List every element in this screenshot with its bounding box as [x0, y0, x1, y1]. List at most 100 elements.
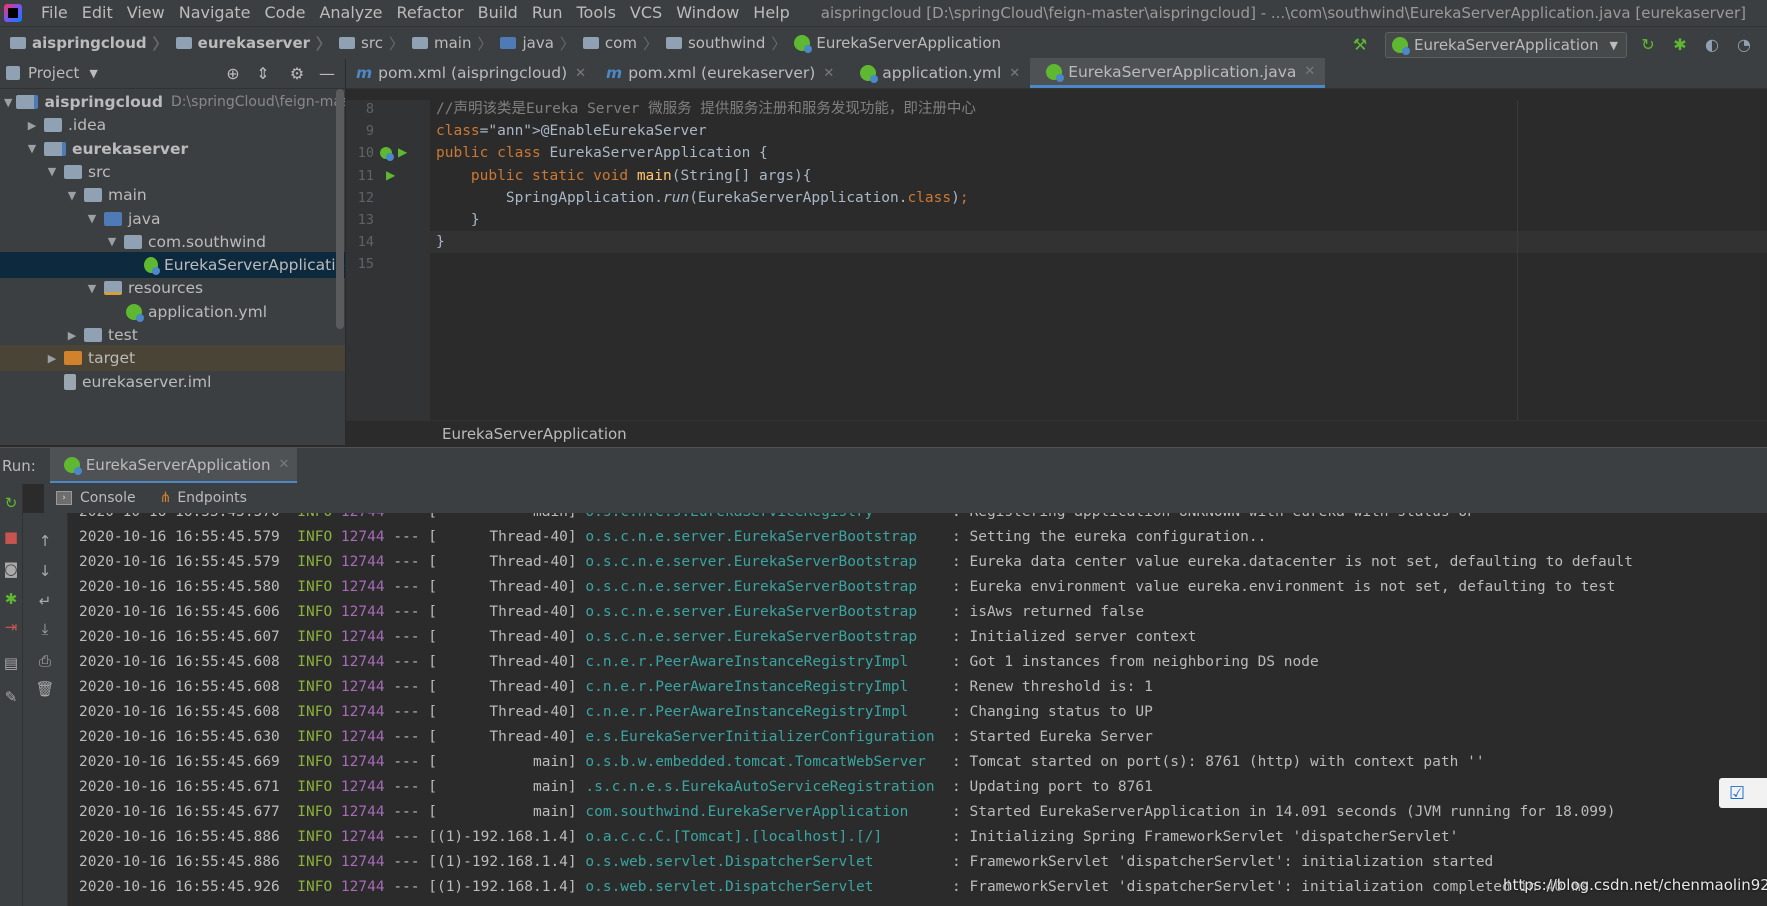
menu-view[interactable]: View — [120, 0, 172, 26]
scroll-to-end-icon[interactable]: ⤓ — [35, 619, 55, 639]
chevron-down-icon[interactable]: ▼ — [84, 212, 100, 225]
arrow-up-icon[interactable]: ↑ — [35, 531, 55, 551]
tab-console[interactable]: › Console — [44, 483, 148, 513]
breadcrumb-item[interactable]: java 〉 — [494, 33, 576, 54]
spring-bean-icon[interactable] — [380, 147, 394, 162]
close-icon[interactable]: ✕ — [1304, 64, 1315, 79]
hide-panel-icon[interactable]: — — [317, 63, 337, 83]
coverage-icon[interactable]: ◐ — [1702, 34, 1722, 54]
run-subtab-bar: › Console ⋔ Endpoints — [44, 483, 1767, 514]
menu-code[interactable]: Code — [258, 0, 313, 26]
window-title: aispringcloud [D:\springCloud\feign-mast… — [820, 4, 1746, 22]
editor-tab[interactable]: application.yml ✕ — [844, 58, 1030, 88]
menu-analyze[interactable]: Analyze — [312, 0, 389, 26]
tree-item[interactable]: ▶ target — [0, 345, 345, 372]
debug-bug-icon[interactable]: ✱ — [1, 589, 21, 609]
code-editor[interactable]: //声明该类是Eureka Server 微服务 提供服务注册和服务发现功能，即… — [430, 100, 1767, 420]
log-pid: 12744 — [340, 629, 385, 645]
menu-build[interactable]: Build — [471, 0, 525, 26]
menu-refactor[interactable]: Refactor — [390, 0, 471, 26]
exit-icon[interactable]: ⇥ — [1, 617, 21, 637]
pin-icon[interactable]: ✎ — [1, 687, 21, 707]
breadcrumb-item[interactable]: EurekaServerApplication — [788, 34, 1001, 53]
line-number: 12 — [357, 189, 374, 206]
collapse-all-icon[interactable]: ⇕ — [253, 63, 273, 83]
layout-icon[interactable]: ▤ — [1, 653, 21, 673]
editor-breadcrumb-class[interactable]: EurekaServerApplication — [442, 425, 627, 443]
editor-tab[interactable]: EurekaServerApplication.java ✕ — [1030, 58, 1326, 88]
chevron-down-icon[interactable]: ▼ — [84, 282, 100, 295]
editor-tab[interactable]: m pom.xml (aispringcloud) ✕ — [346, 58, 596, 88]
tree-item[interactable]: ▼ resources — [0, 275, 345, 301]
gear-icon[interactable]: ⚙ — [287, 63, 307, 83]
chevron-down-icon[interactable]: ▼ — [4, 96, 12, 109]
menu-edit[interactable]: Edit — [75, 0, 120, 26]
log-thread: --- [ Thread-40] — [393, 604, 577, 620]
chevron-down-icon[interactable]: ▼ — [44, 165, 60, 178]
chevron-right-icon[interactable]: ▶ — [24, 119, 40, 132]
editor-breadcrumb: EurekaServerApplication — [346, 420, 1767, 447]
close-icon[interactable]: ✕ — [1009, 66, 1020, 81]
menu-file[interactable]: File — [34, 0, 75, 26]
rerun-icon[interactable]: ↻ — [1638, 34, 1658, 54]
chevron-down-icon[interactable]: ▼ — [24, 142, 40, 155]
editor-tab[interactable]: m pom.xml (eurekaserver) ✕ — [596, 58, 844, 88]
close-icon[interactable]: ✕ — [823, 66, 834, 81]
menu-help[interactable]: Help — [746, 0, 796, 26]
tree-item[interactable]: EurekaServerApplicatio — [0, 252, 345, 279]
tree-item[interactable]: ▶ .idea — [0, 112, 345, 138]
run-tab[interactable]: EurekaServerApplication ✕ — [49, 448, 298, 484]
debug-bug-icon[interactable]: ✱ — [1670, 34, 1690, 54]
project-view-icon — [6, 66, 20, 80]
menu-run[interactable]: Run — [525, 0, 570, 26]
log-thread: --- [ Thread-40] — [393, 654, 577, 670]
tree-item[interactable]: eurekaserver.iml — [0, 369, 345, 395]
arrow-down-icon[interactable]: ↓ — [35, 561, 55, 581]
close-icon[interactable]: ✕ — [279, 457, 290, 472]
tree-item[interactable]: ▼ aispringcloud D:\springCloud\feign-maste — [0, 89, 345, 115]
tree-item[interactable]: application.yml — [0, 299, 345, 325]
breadcrumb-item[interactable]: southwind 〉 — [660, 33, 788, 54]
chevron-down-icon[interactable]: ▼ — [64, 189, 80, 202]
tree-item[interactable]: ▼ com.southwind — [0, 229, 345, 255]
build-hammer-icon[interactable]: ⚒ — [1350, 34, 1370, 54]
breadcrumb-item[interactable]: src 〉 — [333, 33, 406, 54]
breadcrumb-item[interactable]: main 〉 — [406, 33, 495, 54]
locate-target-icon[interactable]: ⊕ — [223, 63, 243, 83]
menu-navigate[interactable]: Navigate — [172, 0, 258, 26]
breadcrumb-item[interactable]: aispringcloud 〉 — [4, 33, 170, 54]
camera-icon[interactable]: ◙ — [1, 559, 21, 579]
tree-item[interactable]: ▼ src — [0, 159, 345, 185]
chevron-down-icon[interactable]: ▼ — [89, 67, 97, 80]
run-gutter-icon[interactable]: ▶ — [398, 145, 407, 159]
log-pid: 12744 — [340, 829, 385, 845]
console-output[interactable]: 2020-10-16 16:55:45.570 INFO 12744 --- [… — [68, 513, 1767, 906]
tree-item[interactable]: ▼ eurekaserver — [0, 136, 345, 162]
breadcrumb-item[interactable]: com 〉 — [577, 33, 660, 54]
tree-item[interactable]: ▼ java — [0, 206, 345, 232]
run-configuration-select[interactable]: EurekaServerApplication ▼ — [1385, 32, 1627, 58]
tree-item[interactable]: ▼ main — [0, 182, 345, 208]
chevron-right-icon[interactable]: ▶ — [64, 329, 80, 342]
print-icon[interactable]: ⎙ — [35, 651, 55, 671]
project-scrollbar[interactable] — [336, 89, 344, 329]
rerun-icon[interactable]: ↻ — [1, 493, 21, 513]
stop-icon[interactable]: ■ — [1, 527, 21, 547]
menu-tools[interactable]: Tools — [570, 0, 623, 26]
profile-icon[interactable]: ◔ — [1734, 34, 1754, 54]
menu-window[interactable]: Window — [669, 0, 746, 26]
menu-vcs[interactable]: VCS — [623, 0, 669, 26]
project-panel-title[interactable]: Project — [28, 64, 79, 82]
soft-wrap-icon[interactable]: ↵ — [35, 591, 55, 611]
run-gutter-icon[interactable]: ▶ — [386, 168, 395, 182]
chevron-down-icon[interactable]: ▼ — [104, 235, 120, 248]
log-pid: 12744 — [340, 854, 385, 870]
tab-endpoints[interactable]: ⋔ Endpoints — [148, 483, 259, 513]
chevron-right-icon[interactable]: ▶ — [44, 352, 60, 365]
breadcrumb-item[interactable]: eurekaserver 〉 — [170, 33, 333, 54]
close-icon[interactable]: ✕ — [575, 66, 586, 81]
trash-icon[interactable]: 🗑 — [35, 679, 55, 699]
tree-item[interactable]: ▶ test — [0, 322, 345, 348]
floating-edit-icon[interactable]: ☑ — [1719, 778, 1767, 808]
log-timestamp: 2020-10-16 16:55:45.926 — [79, 879, 280, 895]
